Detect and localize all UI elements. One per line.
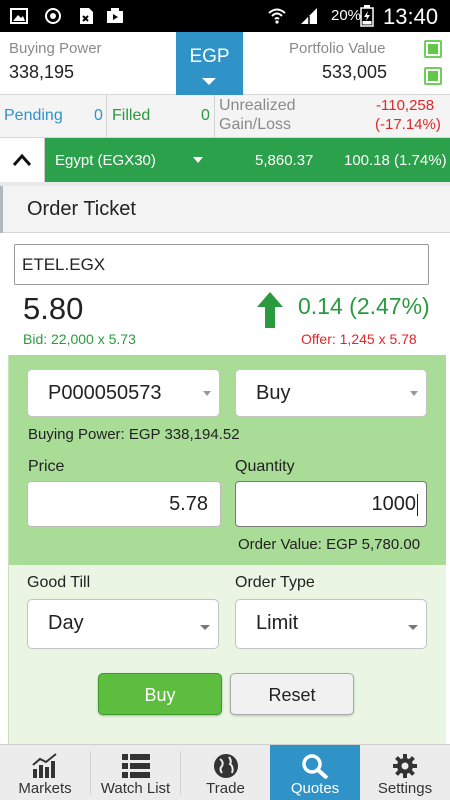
- order-value-text: Order Value: EGP 5,780.00: [238, 536, 421, 553]
- currency-selector[interactable]: EGP: [176, 32, 243, 95]
- market-value: 5,860.37: [255, 152, 314, 169]
- chevron-down-icon: [200, 625, 210, 630]
- chevron-down-icon: [203, 391, 211, 396]
- divider: [0, 186, 3, 233]
- wifi-icon: [268, 8, 286, 24]
- good-till-select[interactable]: Day: [27, 599, 219, 649]
- price-input-value: 5.78: [169, 493, 208, 515]
- nav-quotes[interactable]: Quotes: [270, 745, 360, 800]
- orders-summary: Pending 0 Filled 0 Unrealized Gain/Loss …: [0, 95, 450, 138]
- market-index-selector[interactable]: Egypt (EGX30) 5,860.37 100.18 (1.74%): [45, 138, 450, 182]
- pending-label[interactable]: Pending: [4, 107, 63, 125]
- nav-label: Watch List: [100, 780, 171, 797]
- order-ticket: 5.80 Bid: 22,000 x 5.73 0.14 (2.47%) Off…: [0, 233, 450, 748]
- battery-icon: [360, 5, 374, 27]
- chevron-down-icon: [193, 157, 203, 163]
- pending-count: 0: [94, 107, 103, 124]
- filled-label[interactable]: Filled: [112, 107, 150, 125]
- account-select-value: P000050573: [48, 382, 162, 404]
- market-bar: Egypt (EGX30) 5,860.37 100.18 (1.74%): [0, 138, 450, 182]
- chevron-up-icon: [12, 153, 32, 166]
- quantity-input[interactable]: 1000: [235, 481, 427, 527]
- text-cursor: [417, 493, 418, 516]
- filled-count: 0: [201, 107, 210, 124]
- buying-power-text: Buying Power: EGP 338,194.52: [28, 426, 240, 443]
- portfolio-value-label: Portfolio Value: [289, 40, 386, 57]
- arrow-up-icon: [257, 292, 283, 328]
- battery-percent: 20%: [331, 7, 362, 24]
- order-options-panel: Good Till Order Type Day Limit: [8, 565, 446, 747]
- status-indicator-icon[interactable]: [424, 40, 442, 58]
- gain-loss-label: Gain/Loss: [219, 116, 292, 133]
- order-type-label: Order Type: [235, 574, 315, 591]
- page-title: Order Ticket: [27, 198, 136, 220]
- unrealized-percent: (-17.14%): [375, 116, 441, 133]
- good-till-value: Day: [48, 612, 84, 634]
- nav-trade[interactable]: Trade: [181, 745, 270, 800]
- nav-label: Settings: [377, 780, 433, 797]
- order-entry-panel: P000050573 Buy Buying Power: EGP 338,194…: [8, 355, 446, 565]
- divider: [214, 95, 215, 138]
- bid-quote: Bid: 22,000 x 5.73: [23, 331, 136, 347]
- magnifier-icon: [302, 754, 329, 779]
- quantity-label: Quantity: [235, 458, 295, 475]
- price-label: Price: [28, 458, 65, 475]
- good-till-label: Good Till: [27, 574, 91, 591]
- currency-label: EGP: [189, 46, 230, 67]
- bottom-nav: Markets Watch List Trade Quotes Settings: [0, 744, 450, 800]
- buying-power-label: Buying Power: [9, 40, 102, 57]
- chevron-down-icon: [202, 78, 216, 85]
- unrealized-label: Unrealized: [219, 97, 296, 114]
- sync-icon: [45, 8, 61, 24]
- status-bar: 20% 13:40: [0, 0, 450, 32]
- list-icon: [121, 754, 150, 778]
- portfolio-value: 533,005: [322, 62, 388, 82]
- offer-quote: Offer: 1,245 x 5.78: [301, 331, 417, 347]
- nav-label: Trade: [206, 780, 245, 797]
- nav-markets[interactable]: Markets: [0, 745, 90, 800]
- divider: [106, 95, 107, 138]
- price-change: 0.14 (2.47%): [298, 293, 430, 319]
- side-select[interactable]: Buy: [235, 369, 427, 417]
- quantity-input-value: 1000: [371, 493, 417, 515]
- unrealized-value: -110,258: [376, 97, 435, 114]
- nav-label: Markets: [18, 780, 72, 797]
- image-icon: [10, 8, 28, 24]
- order-ticket-header: Order Ticket: [0, 186, 450, 233]
- buying-power-value: 338,195: [9, 62, 75, 82]
- chevron-down-icon: [408, 625, 418, 630]
- order-type-select[interactable]: Limit: [235, 599, 427, 649]
- reset-button[interactable]: Reset: [230, 673, 354, 715]
- account-select[interactable]: P000050573: [27, 369, 220, 417]
- buy-button[interactable]: Buy: [98, 673, 222, 715]
- last-price: 5.80: [23, 291, 84, 326]
- order-type-value: Limit: [256, 612, 299, 634]
- status-indicator-icon[interactable]: [424, 67, 442, 85]
- market-change: 100.18 (1.74%): [344, 152, 447, 169]
- market-name: Egypt (EGX30): [55, 152, 156, 169]
- gear-icon: [393, 754, 417, 778]
- nav-watch-list[interactable]: Watch List: [91, 745, 180, 800]
- globe-icon: [213, 754, 238, 778]
- signal-icon: [301, 8, 317, 24]
- bar-chart-icon: [32, 753, 57, 778]
- price-input[interactable]: 5.78: [27, 481, 221, 527]
- account-summary: Buying Power 338,195 EGP Portfolio Value…: [0, 32, 450, 95]
- clock: 13:40: [383, 4, 439, 29]
- collapse-button[interactable]: [0, 138, 45, 182]
- file-icon: [80, 8, 93, 24]
- nav-label: Quotes: [290, 780, 340, 797]
- symbol-input[interactable]: [14, 244, 429, 285]
- video-icon: [107, 8, 123, 23]
- side-select-value: Buy: [256, 382, 291, 404]
- nav-settings[interactable]: Settings: [360, 745, 450, 800]
- chevron-down-icon: [410, 391, 418, 396]
